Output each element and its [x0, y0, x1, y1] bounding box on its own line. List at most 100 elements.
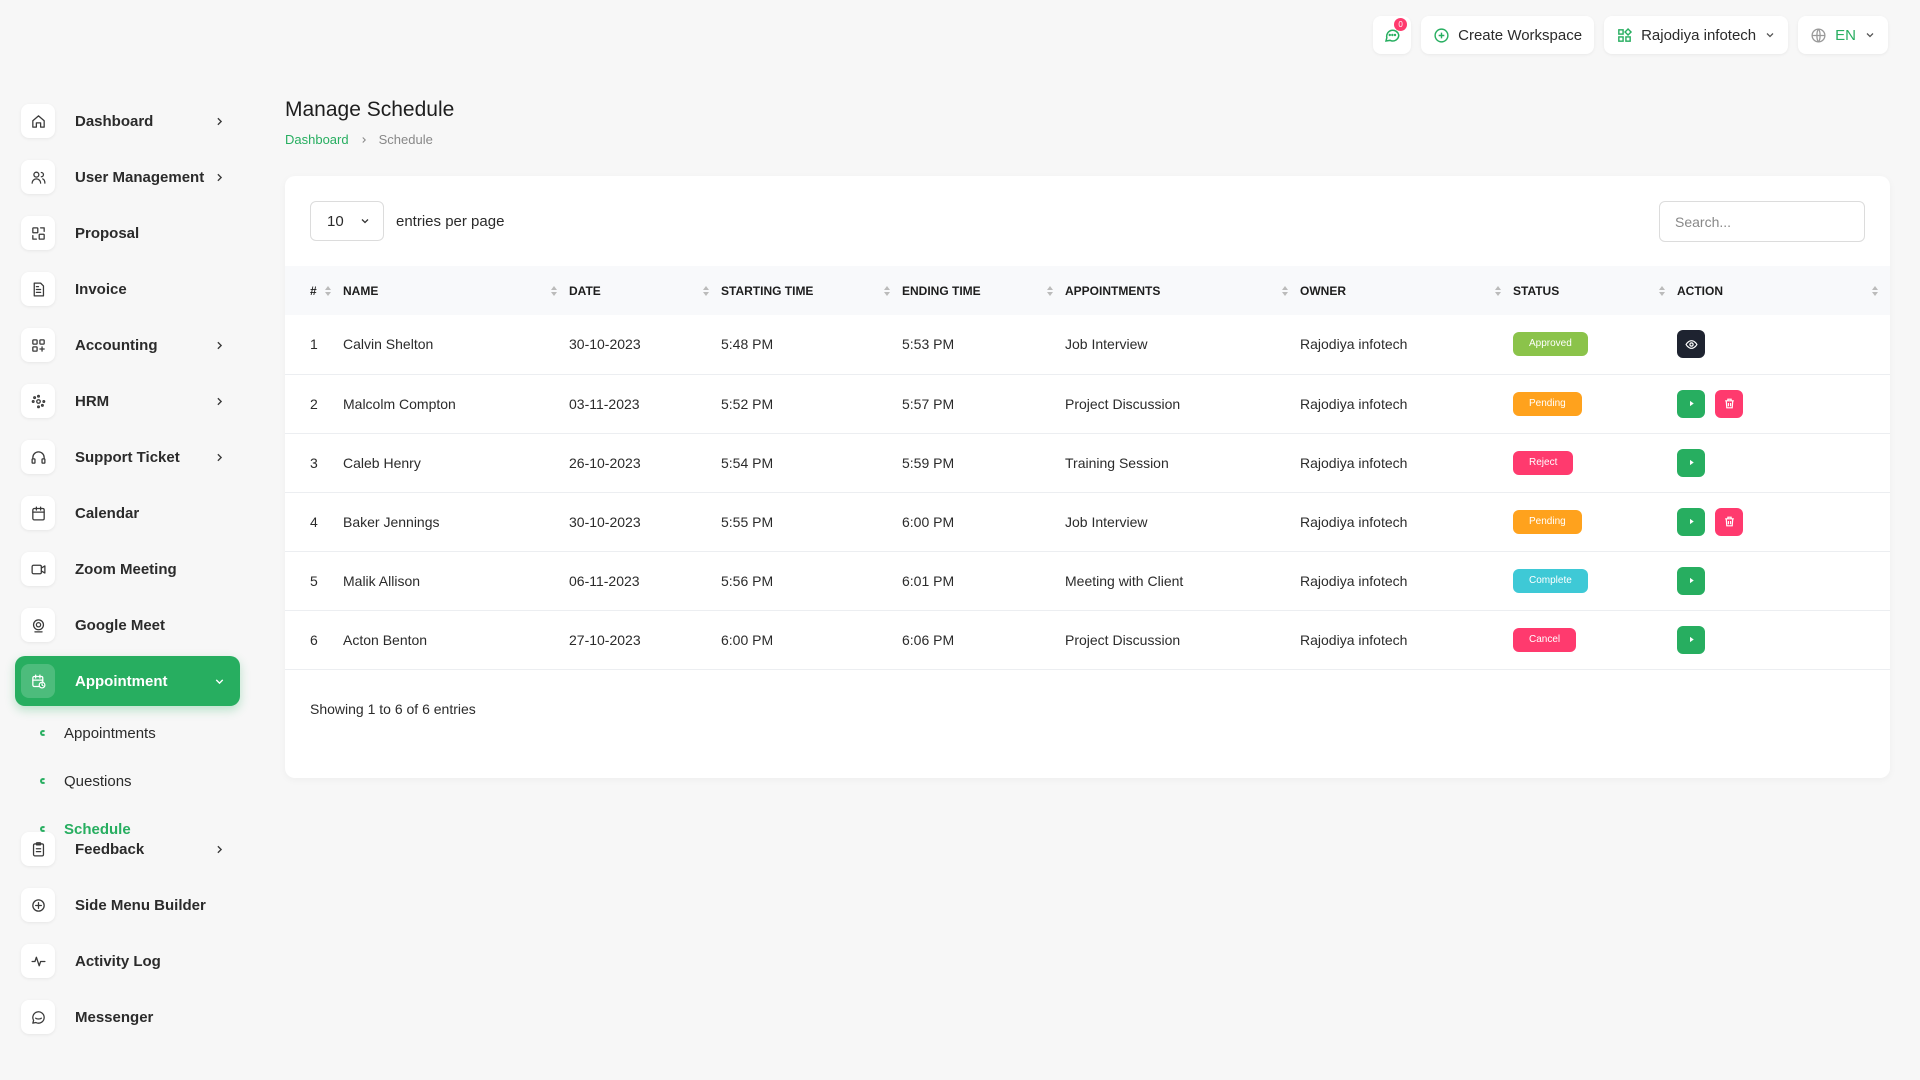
sidebar-item-label: Calendar: [75, 504, 140, 522]
action-button[interactable]: [1677, 389, 1705, 418]
column-header[interactable]: STARTING TIME: [721, 266, 902, 315]
cell-owner: Rajodiya infotech: [1300, 572, 1408, 589]
eye-icon: [1684, 338, 1698, 351]
apps-icon: [1618, 27, 1633, 42]
cell-end: 6:00 PM: [902, 513, 955, 530]
column-header[interactable]: ENDING TIME: [902, 266, 1065, 315]
breadcrumb: Dashboard Schedule: [285, 132, 433, 147]
sidebar-item-side-menu-builder[interactable]: Side Menu Builder: [15, 880, 240, 930]
column-header[interactable]: APPOINTMENTS: [1065, 266, 1300, 315]
column-header-label: APPOINTMENTS: [1065, 283, 1161, 298]
cell-owner: Rajodiya infotech: [1300, 631, 1408, 648]
sidebar-item-dashboard[interactable]: Dashboard: [15, 96, 240, 146]
sort-icon: [884, 285, 890, 296]
sidebar-item-label: Appointment: [75, 672, 168, 690]
activity-icon: [21, 944, 55, 978]
cell-name: Acton Benton: [343, 631, 428, 648]
sidebar-item-appointment[interactable]: Appointment: [15, 656, 240, 706]
column-header[interactable]: OWNER: [1300, 266, 1513, 315]
cell-owner: Rajodiya infotech: [1300, 395, 1408, 412]
caret-right-icon: [1687, 635, 1696, 644]
sort-icon: [703, 285, 709, 296]
schedule-table: # NAME DATE STARTING TIME ENDING TIME APPOINT…: [285, 266, 1890, 670]
column-header[interactable]: DATE: [569, 266, 721, 315]
headset-icon: [21, 440, 55, 474]
breadcrumb-dashboard-link[interactable]: Dashboard: [285, 132, 349, 147]
sort-icon: [1047, 285, 1053, 296]
column-header[interactable]: ACTION: [1677, 266, 1890, 315]
column-header[interactable]: STATUS: [1513, 266, 1677, 315]
cell-date: 06-11-2023: [569, 572, 640, 589]
cell-actions: [1677, 610, 1890, 669]
chevron-right-icon: [212, 394, 226, 408]
cell-actions: [1677, 551, 1890, 610]
submenu-item-questions[interactable]: Questions: [40, 768, 132, 794]
search-input[interactable]: [1659, 201, 1865, 242]
chat-icon: [21, 1000, 55, 1034]
view-button[interactable]: [1677, 330, 1705, 359]
sidebar-item-google-meet[interactable]: Google Meet: [15, 600, 240, 650]
cell-num: 5: [310, 572, 318, 589]
cell-num: 2: [310, 395, 318, 412]
sidebar-item-accounting[interactable]: Accounting: [15, 320, 240, 370]
globe-icon: [1811, 27, 1826, 43]
cell-status: Pending: [1513, 492, 1677, 551]
cell-start: 5:48 PM: [721, 336, 774, 353]
users-icon: [21, 160, 55, 194]
sidebar-item-label: HRM: [75, 392, 110, 410]
notifications-button[interactable]: 0: [1373, 16, 1412, 54]
cell-date: 26-10-2023: [569, 454, 641, 471]
column-header[interactable]: #: [285, 266, 343, 315]
sidebar-item-label: Feedback: [75, 840, 145, 858]
sidebar-item-user-management[interactable]: User Management: [15, 152, 240, 202]
action-button[interactable]: [1677, 448, 1705, 477]
cell-actions: [1677, 374, 1890, 433]
meet-icon: [21, 608, 55, 642]
delete-button[interactable]: [1715, 507, 1743, 536]
sidebar-item-hrm[interactable]: HRM: [15, 376, 240, 426]
cell-num: 4: [310, 513, 318, 530]
action-button[interactable]: [1677, 625, 1705, 654]
sidebar-item-zoom-meeting[interactable]: Zoom Meeting: [15, 544, 240, 594]
column-header-label: STARTING TIME: [721, 283, 814, 298]
page-title: Manage Schedule: [285, 98, 455, 121]
cell-start: 5:55 PM: [721, 513, 774, 530]
sidebar-item-label: Side Menu Builder: [75, 896, 206, 914]
create-workspace-label: Create Workspace: [1458, 26, 1583, 44]
delete-button[interactable]: [1715, 389, 1743, 418]
cell-appointment: Meeting with Client: [1065, 572, 1184, 589]
sort-icon: [551, 285, 557, 296]
notification-badge: 0: [1394, 18, 1408, 31]
schedule-card: 10 entries per page # NAME DATE STARTING TI…: [285, 176, 1890, 778]
column-header-label: ACTION: [1677, 283, 1723, 298]
action-button[interactable]: [1677, 507, 1705, 536]
column-header-label: DATE: [569, 283, 601, 298]
sidebar-item-activity-log[interactable]: Activity Log: [15, 936, 240, 986]
sidebar-item-support-ticket[interactable]: Support Ticket: [15, 432, 240, 482]
language-switcher[interactable]: EN: [1798, 16, 1888, 54]
entries-per-page-select[interactable]: 10: [310, 201, 384, 241]
create-workspace-button[interactable]: Create Workspace: [1421, 16, 1595, 54]
table-header-row: # NAME DATE STARTING TIME ENDING TIME APPOINT…: [285, 266, 1890, 315]
sidebar-item-messenger[interactable]: Messenger: [15, 992, 240, 1042]
submenu-item-label: Schedule: [64, 820, 131, 838]
sidebar-item-proposal[interactable]: Proposal: [15, 208, 240, 258]
sidebar-item-calendar[interactable]: Calendar: [15, 488, 240, 538]
sidebar-item-label: Accounting: [75, 336, 158, 354]
workspace-switcher[interactable]: Rajodiya infotech: [1604, 16, 1789, 54]
sidebar-item-label: Messenger: [75, 1008, 154, 1026]
top-bar: 0 Create Workspace Rajodiya infotech EN: [1373, 16, 1888, 54]
cell-date: 30-10-2023: [569, 336, 641, 353]
table-row: 6 Acton Benton 27-10-2023 6:00 PM 6:06 PM Pro…: [285, 610, 1890, 669]
table-row: 3 Caleb Henry 26-10-2023 5:54 PM 5:59 PM Trai…: [285, 433, 1890, 492]
sidebar-item-label: Support Ticket: [75, 448, 180, 466]
action-button[interactable]: [1677, 566, 1705, 595]
entries-label: entries per page: [396, 212, 505, 230]
bullet-icon: [40, 730, 46, 736]
cell-end: 5:57 PM: [902, 395, 955, 412]
sidebar-item-invoice[interactable]: Invoice: [15, 264, 240, 314]
submenu-item-appointments[interactable]: Appointments: [40, 720, 156, 746]
cell-status: Pending: [1513, 374, 1677, 433]
submenu-item-schedule[interactable]: Schedule: [40, 816, 131, 842]
column-header[interactable]: NAME: [343, 266, 569, 315]
